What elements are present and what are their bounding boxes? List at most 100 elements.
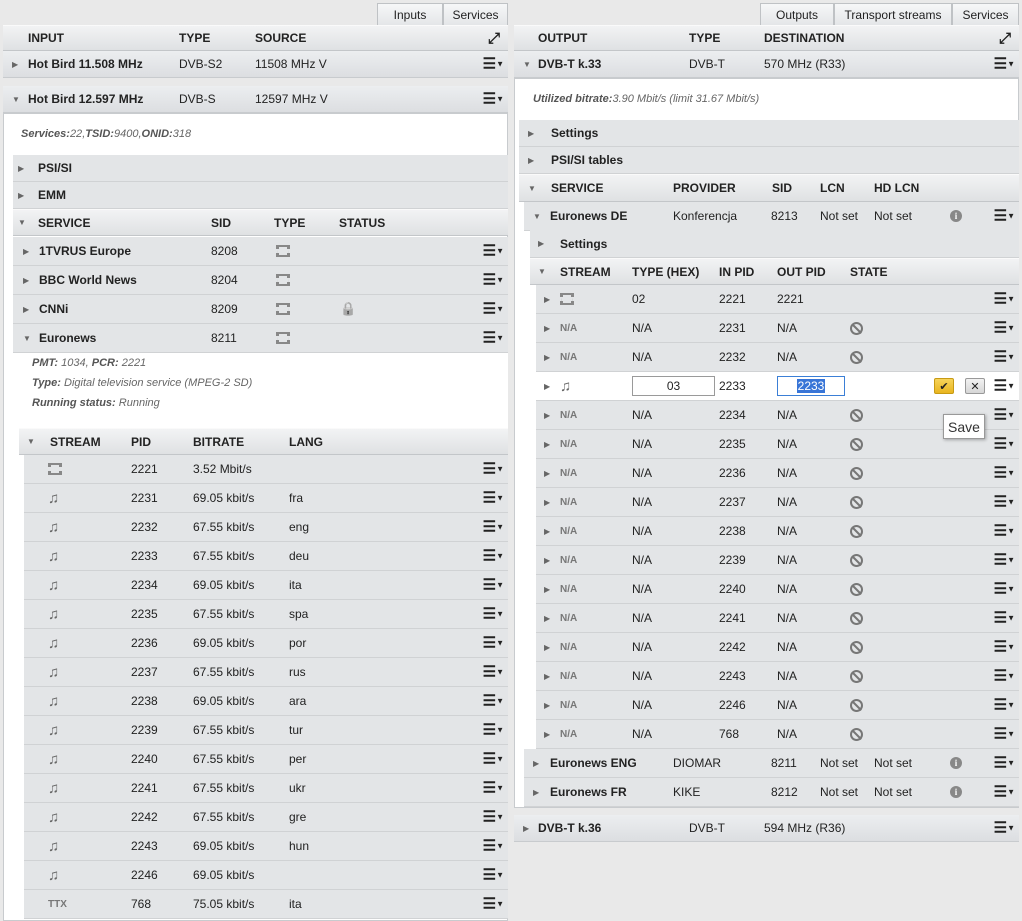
output-name[interactable]: DVB-T k.36 <box>538 815 601 841</box>
collapsed-arrow-icon[interactable]: ▶ <box>544 459 550 487</box>
row-menu-icon[interactable]: ☰▼ <box>994 669 1015 684</box>
stream-row[interactable]: ▶ N/A N/A 2236 N/A ☰▼ <box>536 459 1019 488</box>
collapsed-arrow-icon[interactable]: ▶ <box>544 546 550 574</box>
row-menu-icon[interactable]: ☰▼ <box>483 302 504 317</box>
collapsed-arrow-icon[interactable]: ▶ <box>544 691 550 719</box>
service-name[interactable]: BBC World News <box>39 266 137 294</box>
collapsed-arrow-icon[interactable]: ▶ <box>533 749 539 777</box>
stream-row[interactable]: ♫ 2233 67.55 kbit/s deu ☰▼ <box>24 542 508 571</box>
row-menu-icon[interactable]: ☰▼ <box>483 549 504 564</box>
stream-row[interactable]: ♫ 2246 69.05 kbit/s ☰▼ <box>24 861 508 890</box>
section-settings[interactable]: ▶ Settings <box>519 120 1019 147</box>
column-stream[interactable]: STREAM <box>560 259 611 284</box>
row-menu-icon[interactable]: ☰▼ <box>483 57 504 72</box>
stream-row[interactable]: ♫ 2240 67.55 kbit/s per ☰▼ <box>24 745 508 774</box>
stream-row[interactable]: ♫ 2238 69.05 kbit/s ara ☰▼ <box>24 687 508 716</box>
service-row[interactable]: ▼ Euronews DE Konferencja 8213 Not set Not se… <box>524 202 1019 231</box>
stream-row[interactable]: ▶ N/A N/A 2238 N/A ☰▼ <box>536 517 1019 546</box>
output-row[interactable]: ▼ DVB-T k.33 DVB-T 570 MHz (R33) ☰▼ <box>514 51 1019 78</box>
service-name[interactable]: Euronews <box>39 324 96 352</box>
tab-inputs[interactable]: Inputs <box>377 3 443 25</box>
collapsed-arrow-icon[interactable]: ▶ <box>544 662 550 690</box>
expanded-arrow-icon[interactable]: ▼ <box>23 324 31 352</box>
row-menu-icon[interactable]: ☰▼ <box>994 466 1015 481</box>
collapsed-arrow-icon[interactable]: ▶ <box>544 633 550 661</box>
column-stream[interactable]: STREAM <box>50 429 101 454</box>
collapsed-arrow-icon[interactable]: ▶ <box>544 517 550 545</box>
row-menu-icon[interactable]: ☰▼ <box>483 665 504 680</box>
row-menu-icon[interactable]: ☰▼ <box>994 292 1015 307</box>
column-input[interactable]: INPUT <box>28 26 64 50</box>
stream-row[interactable]: ♫ 2235 67.55 kbit/s spa ☰▼ <box>24 600 508 629</box>
row-menu-icon[interactable]: ☰▼ <box>483 636 504 651</box>
stream-row[interactable]: ♫ 2236 69.05 kbit/s por ☰▼ <box>24 629 508 658</box>
row-menu-icon[interactable]: ☰▼ <box>994 553 1015 568</box>
service-name[interactable]: Euronews ENG <box>550 749 637 777</box>
row-menu-icon[interactable]: ☰▼ <box>483 491 504 506</box>
row-menu-icon[interactable]: ☰▼ <box>483 244 504 259</box>
row-menu-icon[interactable]: ☰▼ <box>483 868 504 883</box>
stream-row[interactable]: ▶ N/A N/A 2239 N/A ☰▼ <box>536 546 1019 575</box>
expand-icon[interactable]: ⤢ <box>999 26 1011 50</box>
collapsed-arrow-icon[interactable]: ▶ <box>544 343 550 371</box>
service-row[interactable]: ▶ Euronews ENG DIOMAR 8211 Not set Not set i ☰▼ <box>524 749 1019 778</box>
row-menu-icon[interactable]: ☰▼ <box>994 756 1015 771</box>
row-menu-icon[interactable]: ☰▼ <box>994 524 1015 539</box>
service-row[interactable]: ▶ 1TVRUS Europe 8208 ☰▼ <box>13 237 508 266</box>
output-row[interactable]: ▶ DVB-T k.36 DVB-T 594 MHz (R36) ☰▼ <box>514 815 1019 842</box>
service-name[interactable]: Euronews FR <box>550 778 627 806</box>
column-output[interactable]: OUTPUT <box>538 26 587 50</box>
service-row[interactable]: ▶ CNNi 8209 🔒 ☰▼ <box>13 295 508 324</box>
row-menu-icon[interactable]: ☰▼ <box>483 331 504 346</box>
row-menu-icon[interactable]: ☰▼ <box>483 694 504 709</box>
collapsed-arrow-icon[interactable]: ▶ <box>12 51 18 77</box>
output-name[interactable]: DVB-T k.33 <box>538 51 601 77</box>
collapsed-arrow-icon[interactable]: ▶ <box>18 182 24 208</box>
stream-row[interactable]: ▶ N/A N/A 2242 N/A ☰▼ <box>536 633 1019 662</box>
type-hex-input[interactable]: 03 <box>632 376 715 396</box>
collapsed-arrow-icon[interactable]: ▶ <box>544 575 550 603</box>
stream-row[interactable]: ▶ ♫ 03 2233 2233 ✔ ✕ ☰▼ <box>536 372 1019 401</box>
row-menu-icon[interactable]: ☰▼ <box>483 92 504 107</box>
stream-row[interactable]: ♫ 2234 69.05 kbit/s ita ☰▼ <box>24 571 508 600</box>
row-menu-icon[interactable]: ☰▼ <box>994 821 1015 836</box>
row-menu-icon[interactable]: ☰▼ <box>483 723 504 738</box>
row-menu-icon[interactable]: ☰▼ <box>483 897 504 912</box>
collapsed-arrow-icon[interactable]: ▶ <box>544 488 550 516</box>
stream-row[interactable]: ♫ 2232 67.55 kbit/s eng ☰▼ <box>24 513 508 542</box>
stream-row[interactable]: ♫ 2237 67.55 kbit/s rus ☰▼ <box>24 658 508 687</box>
row-menu-icon[interactable]: ☰▼ <box>994 495 1015 510</box>
row-menu-icon[interactable]: ☰▼ <box>994 611 1015 626</box>
row-menu-icon[interactable]: ☰▼ <box>994 437 1015 452</box>
collapsed-arrow-icon[interactable]: ▶ <box>533 778 539 806</box>
row-menu-icon[interactable]: ☰▼ <box>483 752 504 767</box>
collapsed-arrow-icon[interactable]: ▶ <box>523 815 529 841</box>
stream-row[interactable]: 2221 3.52 Mbit/s ☰▼ <box>24 455 508 484</box>
info-icon[interactable]: i <box>950 778 962 806</box>
expanded-arrow-icon[interactable]: ▼ <box>523 51 531 77</box>
column-service[interactable]: SERVICE <box>551 175 603 201</box>
section-psisi[interactable]: ▶ PSI/SI <box>13 155 508 182</box>
collapsed-arrow-icon[interactable]: ▶ <box>544 604 550 632</box>
collapsed-arrow-icon[interactable]: ▶ <box>528 120 534 146</box>
row-menu-icon[interactable]: ☰▼ <box>994 350 1015 365</box>
row-menu-icon[interactable]: ☰▼ <box>994 785 1015 800</box>
input-name[interactable]: Hot Bird 11.508 MHz <box>28 51 143 77</box>
service-row[interactable]: ▼ Euronews 8211 ☰▼ <box>13 324 508 353</box>
stream-row[interactable]: TTX 768 75.05 kbit/s ita ☰▼ <box>24 890 508 919</box>
tab-transport-streams[interactable]: Transport streams <box>834 3 952 25</box>
row-menu-icon[interactable]: ☰▼ <box>483 462 504 477</box>
section-emm[interactable]: ▶ EMM <box>13 182 508 209</box>
stream-row[interactable]: ♫ 2242 67.55 kbit/s gre ☰▼ <box>24 803 508 832</box>
expanded-arrow-icon[interactable]: ▼ <box>538 259 546 284</box>
column-service[interactable]: SERVICE <box>38 210 90 235</box>
tab-services[interactable]: Services <box>443 3 508 25</box>
collapsed-arrow-icon[interactable]: ▶ <box>544 430 550 458</box>
service-row[interactable]: ▶ Euronews FR KIKE 8212 Not set Not set i ☰▼ <box>524 778 1019 807</box>
stream-row[interactable]: ▶ N/A N/A 2241 N/A ☰▼ <box>536 604 1019 633</box>
collapsed-arrow-icon[interactable]: ▶ <box>544 720 550 748</box>
row-menu-icon[interactable]: ☰▼ <box>483 839 504 854</box>
info-icon[interactable]: i <box>950 749 962 777</box>
service-name[interactable]: CNNi <box>39 295 68 323</box>
stream-row[interactable]: ▶ N/A N/A 2232 N/A ☰▼ <box>536 343 1019 372</box>
